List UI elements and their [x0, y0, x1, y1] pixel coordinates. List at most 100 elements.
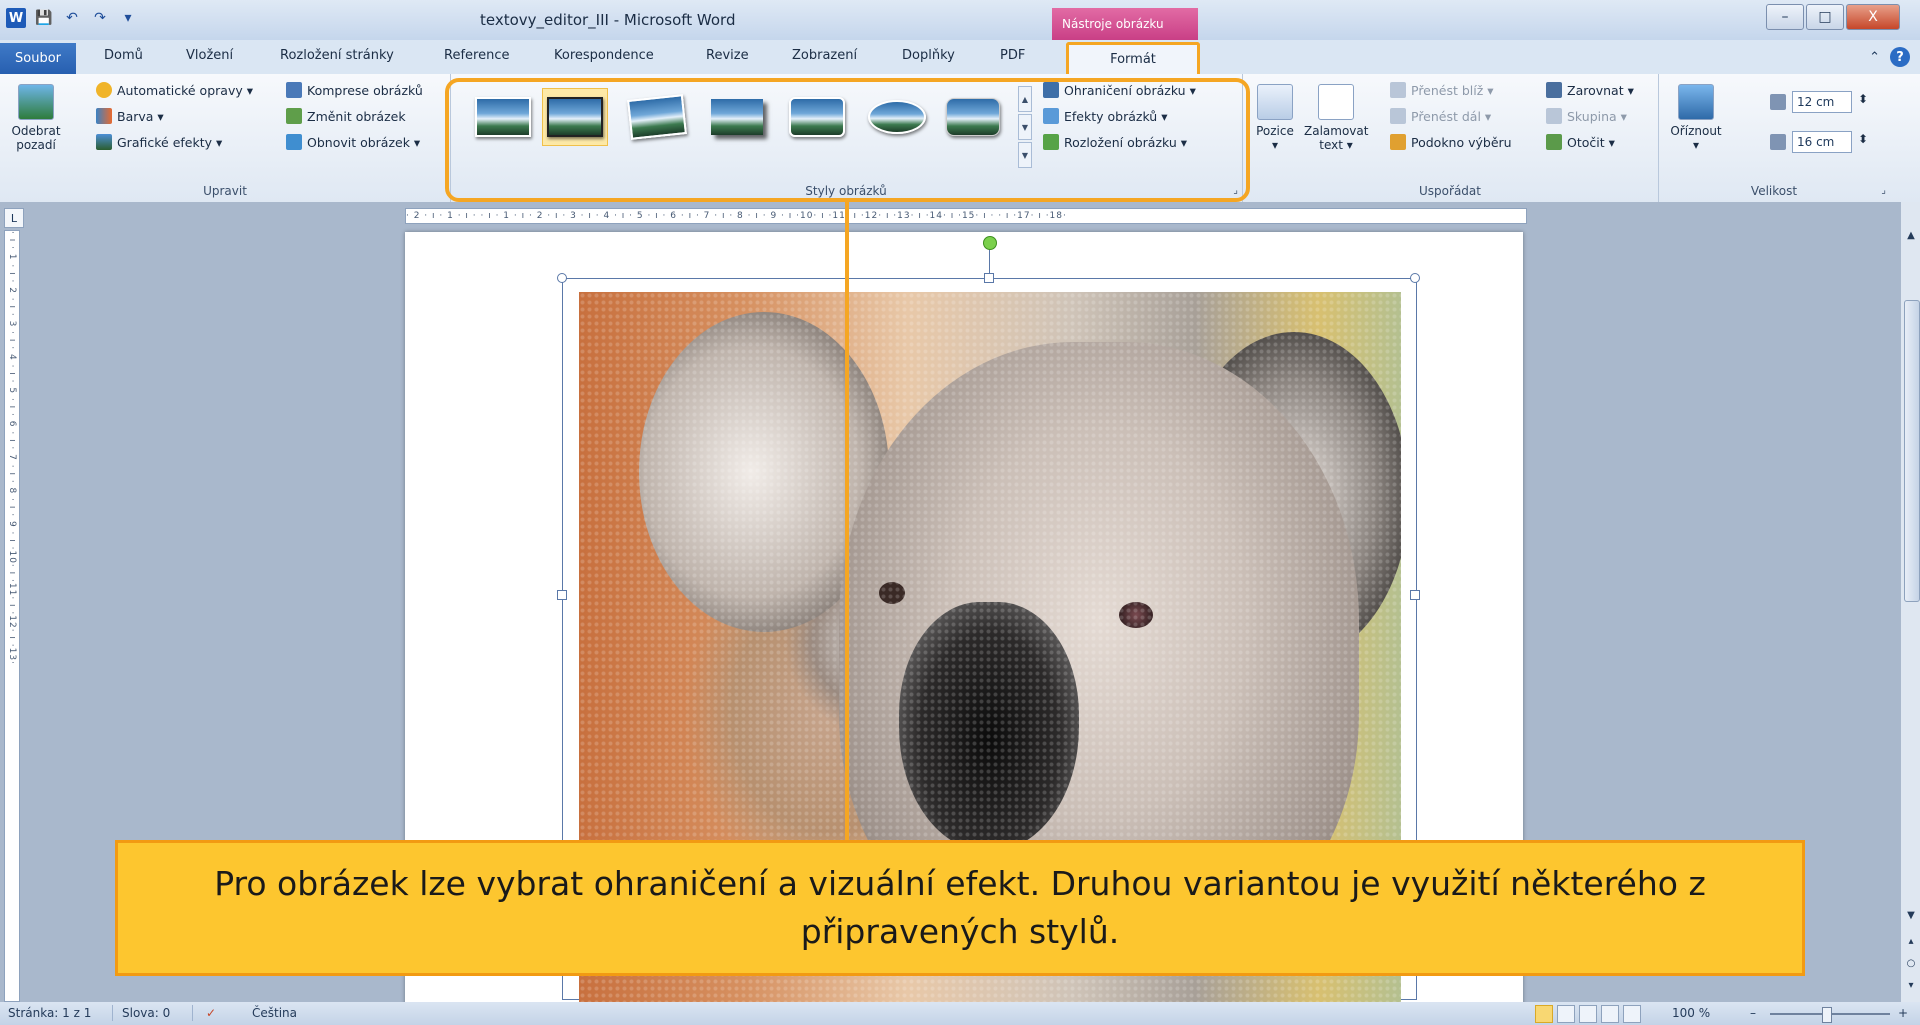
save-icon[interactable]: 💾 — [34, 8, 54, 28]
zoom-out-icon[interactable]: – — [1750, 1006, 1756, 1020]
scroll-thumb[interactable] — [1904, 300, 1920, 602]
gallery-more-icon[interactable]: ▼ — [1018, 142, 1032, 168]
send-backward-button[interactable]: Přenést dál ▾ — [1390, 108, 1491, 124]
picture-styles-launcher-icon[interactable]: ⌟ — [1233, 185, 1238, 196]
resize-handle-left[interactable] — [557, 590, 567, 600]
change-picture-button[interactable]: Změnit obrázek — [286, 108, 406, 124]
group-size: Oříznout ▾ 12 cm ⬍ 16 cm ⬍ Velikost ⌟ — [1658, 74, 1890, 202]
height-input[interactable]: 12 cm — [1792, 91, 1852, 113]
selection-pane-button[interactable]: Podokno výběru — [1390, 134, 1512, 150]
tab-addins[interactable]: Doplňky — [902, 48, 955, 63]
picture-style-rounded[interactable] — [784, 88, 850, 146]
undo-icon[interactable]: ↶ — [62, 8, 82, 28]
picture-layout-button[interactable]: Rozložení obrázku ▾ — [1043, 134, 1187, 150]
resize-handle-right[interactable] — [1410, 590, 1420, 600]
picture-style-drop-shadow[interactable] — [704, 88, 770, 146]
outline-view-icon[interactable] — [1601, 1005, 1619, 1023]
draft-view-icon[interactable] — [1623, 1005, 1641, 1023]
color-button[interactable]: Barva ▾ — [96, 108, 164, 124]
tab-review[interactable]: Revize — [706, 48, 749, 63]
compress-pictures-button[interactable]: Komprese obrázků — [286, 82, 423, 98]
crop-icon — [1678, 84, 1714, 120]
position-button[interactable]: Pozice ▾ — [1250, 84, 1300, 152]
resize-handle-top-left[interactable] — [557, 273, 567, 283]
rotate-handle[interactable] — [983, 236, 997, 250]
reset-picture-button[interactable]: Obnovit obrázek ▾ — [286, 134, 420, 150]
bring-forward-icon — [1390, 82, 1406, 98]
language[interactable]: Čeština — [252, 1006, 297, 1020]
web-layout-icon[interactable] — [1579, 1005, 1597, 1023]
sun-icon — [96, 82, 112, 98]
crop-button[interactable]: Oříznout ▾ — [1664, 84, 1728, 152]
change-picture-icon — [286, 108, 302, 124]
rotate-button[interactable]: Otočit ▾ — [1546, 134, 1615, 150]
ribbon-tabs: Soubor Domů Vložení Rozložení stránky Re… — [0, 40, 1920, 74]
remove-background-icon — [18, 84, 54, 120]
tab-format[interactable]: Formát — [1066, 42, 1200, 74]
tab-view[interactable]: Zobrazení — [792, 48, 857, 63]
vertical-scrollbar[interactable]: ▲ ▼ ▴ ○ ▾ — [1900, 202, 1920, 1002]
close-button[interactable]: X — [1846, 4, 1900, 30]
wrap-text-button[interactable]: Zalamovat text ▾ — [1304, 84, 1368, 152]
size-launcher-icon[interactable]: ⌟ — [1881, 185, 1886, 196]
maximize-button[interactable]: □ — [1806, 4, 1844, 30]
minimize-button[interactable]: – — [1766, 4, 1804, 30]
wrap-text-icon — [1318, 84, 1354, 120]
tab-insert[interactable]: Vložení — [186, 48, 233, 63]
picture-layout-icon — [1043, 134, 1059, 150]
bring-forward-button[interactable]: Přenést blíž ▾ — [1390, 82, 1494, 98]
word-app-icon[interactable]: W — [6, 8, 26, 28]
picture-style-simple-frame-black[interactable] — [542, 88, 608, 146]
redo-icon[interactable]: ↷ — [90, 8, 110, 28]
artistic-effects-icon — [96, 134, 112, 150]
picture-style-icon — [547, 97, 603, 137]
minimize-ribbon-icon[interactable]: ⌃ — [1869, 50, 1880, 65]
width-spinner-icon[interactable]: ⬍ — [1858, 132, 1868, 146]
page-count[interactable]: Stránka: 1 z 1 — [8, 1006, 91, 1020]
tab-pdf[interactable]: PDF — [1000, 48, 1025, 63]
rotate-icon — [1546, 134, 1562, 150]
artistic-effects-button[interactable]: Grafické efekty ▾ — [96, 134, 222, 150]
tab-home[interactable]: Domů — [104, 48, 143, 63]
scroll-up-icon[interactable]: ▲ — [1903, 226, 1919, 244]
zoom-level[interactable]: 100 % — [1672, 1006, 1710, 1020]
picture-style-simple-frame-white[interactable] — [470, 88, 536, 146]
send-backward-icon — [1390, 108, 1406, 124]
browse-object-icon[interactable]: ○ — [1903, 954, 1919, 972]
proofing-icon[interactable]: ✓ — [206, 1006, 216, 1020]
help-icon[interactable]: ? — [1890, 47, 1910, 67]
position-icon — [1257, 84, 1293, 120]
picture-style-oval[interactable] — [864, 88, 930, 146]
picture-border-button[interactable]: Ohraničení obrázku ▾ — [1043, 82, 1196, 98]
tab-mailings[interactable]: Korespondence — [554, 48, 654, 63]
group-button[interactable]: Skupina ▾ — [1546, 108, 1627, 124]
full-screen-reading-icon[interactable] — [1557, 1005, 1575, 1023]
print-layout-icon[interactable] — [1535, 1005, 1553, 1023]
align-button[interactable]: Zarovnat ▾ — [1546, 82, 1634, 98]
scroll-down-icon[interactable]: ▼ — [1903, 906, 1919, 924]
corrections-button[interactable]: Automatické opravy ▾ — [96, 82, 253, 98]
tab-references[interactable]: Reference — [444, 48, 509, 63]
picture-style-beveled[interactable] — [624, 88, 690, 146]
vertical-ruler[interactable]: · ı · 1 · ı · 2 · ı · 3 · ı · 4 · ı · 5 … — [4, 230, 20, 1002]
height-spinner-icon[interactable]: ⬍ — [1858, 92, 1868, 106]
customize-qat-icon[interactable]: ▾ — [118, 8, 138, 28]
picture-effects-button[interactable]: Efekty obrázků ▾ — [1043, 108, 1167, 124]
tab-selector-button[interactable]: L — [4, 208, 24, 228]
word-count[interactable]: Slova: 0 — [122, 1006, 170, 1020]
tab-page-layout[interactable]: Rozložení stránky — [280, 48, 394, 63]
next-page-icon[interactable]: ▾ — [1903, 976, 1919, 994]
width-input[interactable]: 16 cm — [1792, 131, 1852, 153]
tab-file[interactable]: Soubor — [0, 43, 76, 74]
gallery-up-icon[interactable]: ▲ — [1018, 86, 1032, 112]
resize-handle-top-right[interactable] — [1410, 273, 1420, 283]
remove-background-button[interactable]: Odebrat pozadí — [4, 84, 68, 152]
window-controls: – □ X — [1766, 4, 1900, 30]
resize-handle-top[interactable] — [984, 273, 994, 283]
zoom-slider-handle[interactable] — [1822, 1007, 1832, 1023]
previous-page-icon[interactable]: ▴ — [1903, 932, 1919, 950]
gallery-down-icon[interactable]: ▼ — [1018, 114, 1032, 140]
picture-style-soft-edge[interactable] — [940, 88, 1006, 146]
horizontal-ruler[interactable]: · 2 · ı · 1 · ı · · ı · 1 · ı · 2 · ı · … — [405, 208, 1527, 224]
zoom-in-icon[interactable]: + — [1898, 1006, 1908, 1020]
